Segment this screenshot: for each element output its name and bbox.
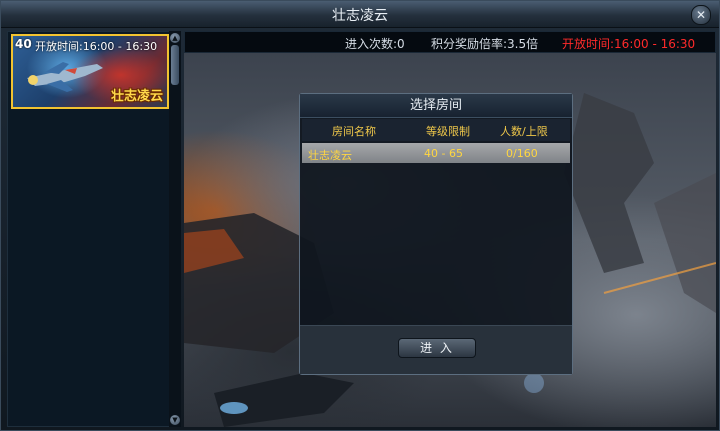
dialog-footer: 进 入	[300, 325, 572, 374]
sidebar-scrollbar[interactable]: ▲ ▼	[169, 31, 181, 427]
room-name: 壮志凌云	[308, 149, 352, 162]
dialog-title: 选择房间	[300, 94, 572, 118]
title-bar[interactable]: 壮志凌云 ✕	[1, 1, 719, 28]
column-room-name: 房间名称	[332, 125, 376, 138]
scroll-down-icon[interactable]: ▼	[170, 415, 180, 425]
scroll-thumb[interactable]	[171, 45, 179, 85]
room-player-count: 0/160	[506, 147, 538, 160]
room-table-header: 房间名称 等级限制 人数/上限	[302, 119, 570, 141]
column-level-limit: 等级限制	[426, 125, 470, 138]
room-row[interactable]: 壮志凌云 40 - 65 0/160	[302, 143, 570, 163]
column-player-count: 人数/上限	[500, 125, 548, 138]
jet-illustration-icon	[27, 62, 103, 92]
entry-count: 进入次数:0	[345, 37, 405, 51]
room-level-limit: 40 - 65	[424, 147, 463, 160]
score-multiplier: 积分奖励倍率:3.5倍	[431, 37, 539, 51]
activity-level: 40	[15, 37, 32, 51]
activity-list: 40 开放时间:16:00 - 16:30 壮志凌云	[7, 31, 181, 427]
activity-name: 壮志凌云	[110, 89, 163, 104]
dungeon-window: 壮志凌云 ✕ 40 开放时间:16:00 - 16:30 壮志凌云 ▲ ▼ 进入…	[0, 0, 720, 431]
scroll-up-icon[interactable]: ▲	[170, 33, 180, 43]
enter-button[interactable]: 进 入	[398, 338, 476, 358]
open-time: 开放时间:16:00 - 16:30	[562, 37, 696, 51]
activity-open-time: 开放时间:16:00 - 16:30	[35, 40, 158, 53]
close-icon[interactable]: ✕	[691, 5, 711, 25]
activity-card-zhuangzhi[interactable]: 40 开放时间:16:00 - 16:30 壮志凌云	[11, 34, 169, 109]
room-select-dialog: 选择房间 房间名称 等级限制 人数/上限 壮志凌云 40 - 65 0/160 …	[299, 93, 573, 375]
window-title: 壮志凌云	[332, 8, 388, 24]
info-bar: 进入次数:0 积分奖励倍率:3.5倍 开放时间:16:00 - 16:30	[184, 31, 716, 53]
